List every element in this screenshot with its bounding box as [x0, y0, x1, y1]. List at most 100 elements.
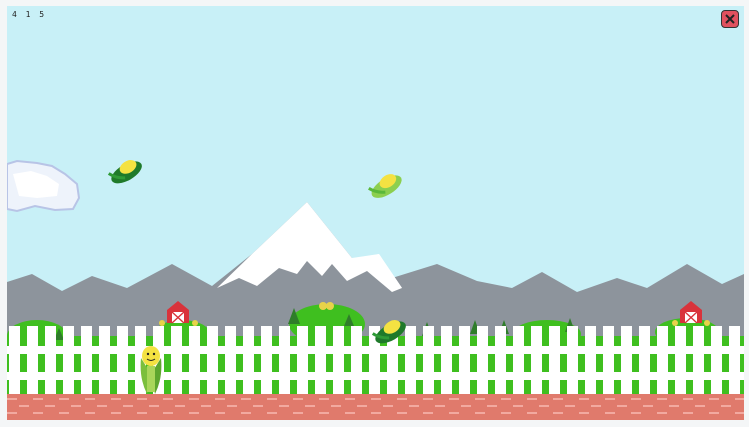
- fence-picket: [315, 326, 326, 394]
- brick-mark: [137, 398, 147, 400]
- fence-picket: [531, 326, 542, 394]
- brick-mark: [539, 405, 549, 407]
- fence-picket: [63, 326, 74, 394]
- brick-mark: [735, 412, 744, 414]
- brick-mark: [59, 412, 69, 414]
- brick-mark: [71, 405, 81, 407]
- brick-mark: [19, 405, 29, 407]
- brick-mark: [409, 405, 419, 407]
- brick-mark: [501, 398, 511, 400]
- brick-mark: [501, 412, 511, 414]
- brick-mark: [669, 405, 679, 407]
- brick-mark: [605, 412, 615, 414]
- fence-picket: [603, 326, 614, 394]
- brick-mark: [123, 405, 133, 407]
- brick-mark: [163, 398, 173, 400]
- fence-picket: [513, 326, 524, 394]
- brick-mark: [33, 412, 43, 414]
- fence-picket: [189, 326, 200, 394]
- brick-mark: [7, 398, 17, 400]
- brick-mark: [33, 398, 43, 400]
- brick-mark: [735, 398, 744, 400]
- brick-mark: [513, 405, 523, 407]
- fence-picket: [45, 326, 56, 394]
- brick-mark: [683, 398, 693, 400]
- brick-mark: [605, 398, 615, 400]
- brick-mark: [149, 405, 159, 407]
- fence-picket: [585, 326, 596, 394]
- brick-mark: [137, 412, 147, 414]
- fence-picket: [27, 326, 38, 394]
- brick-mark: [241, 412, 251, 414]
- brick-mark: [475, 412, 485, 414]
- brick-mark: [435, 405, 445, 407]
- brick-mark: [475, 398, 485, 400]
- brick-mark: [643, 405, 653, 407]
- brick-mark: [305, 405, 315, 407]
- brick-mark: [565, 405, 575, 407]
- brick-mark: [397, 412, 407, 414]
- fence-picket: [477, 326, 488, 394]
- close-button[interactable]: [721, 10, 739, 28]
- fence-picket: [333, 326, 344, 394]
- fence-picket: [171, 326, 182, 394]
- fence-picket: [297, 326, 308, 394]
- brick-mark: [267, 412, 277, 414]
- cloud-icon: [7, 159, 81, 213]
- brick-mark: [111, 398, 121, 400]
- brick-mark: [423, 398, 433, 400]
- fence-picket: [225, 326, 236, 394]
- brick-mark: [709, 412, 719, 414]
- close-x-icon: [725, 14, 735, 24]
- brick-mark: [591, 405, 601, 407]
- brick-mark: [59, 398, 69, 400]
- brick-mark: [695, 405, 705, 407]
- brick-mark: [449, 398, 459, 400]
- brick-mark: [461, 405, 471, 407]
- fence-picket: [657, 326, 668, 394]
- brick-mark: [371, 412, 381, 414]
- brick-mark: [227, 405, 237, 407]
- fence-picket: [117, 326, 128, 394]
- brick-mark: [527, 398, 537, 400]
- brick-mark: [397, 398, 407, 400]
- brick-mark: [449, 412, 459, 414]
- brick-mark: [175, 405, 185, 407]
- fence-picket: [351, 326, 362, 394]
- brick-mark: [331, 405, 341, 407]
- fence-picket: [441, 326, 452, 394]
- fence-picket: [675, 326, 686, 394]
- brick-mark: [553, 412, 563, 414]
- brick-mark: [253, 405, 263, 407]
- brick-mark: [215, 412, 225, 414]
- brick-mark: [617, 405, 627, 407]
- fence-picket: [693, 326, 704, 394]
- brick-mark: [319, 398, 329, 400]
- brick-mark: [657, 412, 667, 414]
- brick-mark: [7, 412, 17, 414]
- brick-mark: [111, 412, 121, 414]
- game-stage[interactable]: 4 1 5: [7, 6, 744, 420]
- score-counter: 4 1 5: [12, 10, 47, 19]
- fence-picket: [621, 326, 632, 394]
- brick-mark: [657, 398, 667, 400]
- corn-cob-icon[interactable]: [367, 169, 405, 202]
- brick-mark: [553, 398, 563, 400]
- game-scene: [7, 155, 744, 420]
- brick-mark: [163, 412, 173, 414]
- brick-mark: [371, 398, 381, 400]
- fence-picket: [207, 326, 218, 394]
- corn-cob-icon[interactable]: [107, 155, 145, 188]
- brick-mark: [709, 398, 719, 400]
- fence-picket: [459, 326, 470, 394]
- brick-mark: [579, 398, 589, 400]
- brick-mark: [345, 412, 355, 414]
- brick-mark: [631, 412, 641, 414]
- brick-mark: [267, 398, 277, 400]
- fence-picket: [81, 326, 92, 394]
- fence-picket: [495, 326, 506, 394]
- fence-picket: [567, 326, 578, 394]
- brick-mark: [241, 398, 251, 400]
- brick-mark: [201, 405, 211, 407]
- fence-picket: [99, 326, 110, 394]
